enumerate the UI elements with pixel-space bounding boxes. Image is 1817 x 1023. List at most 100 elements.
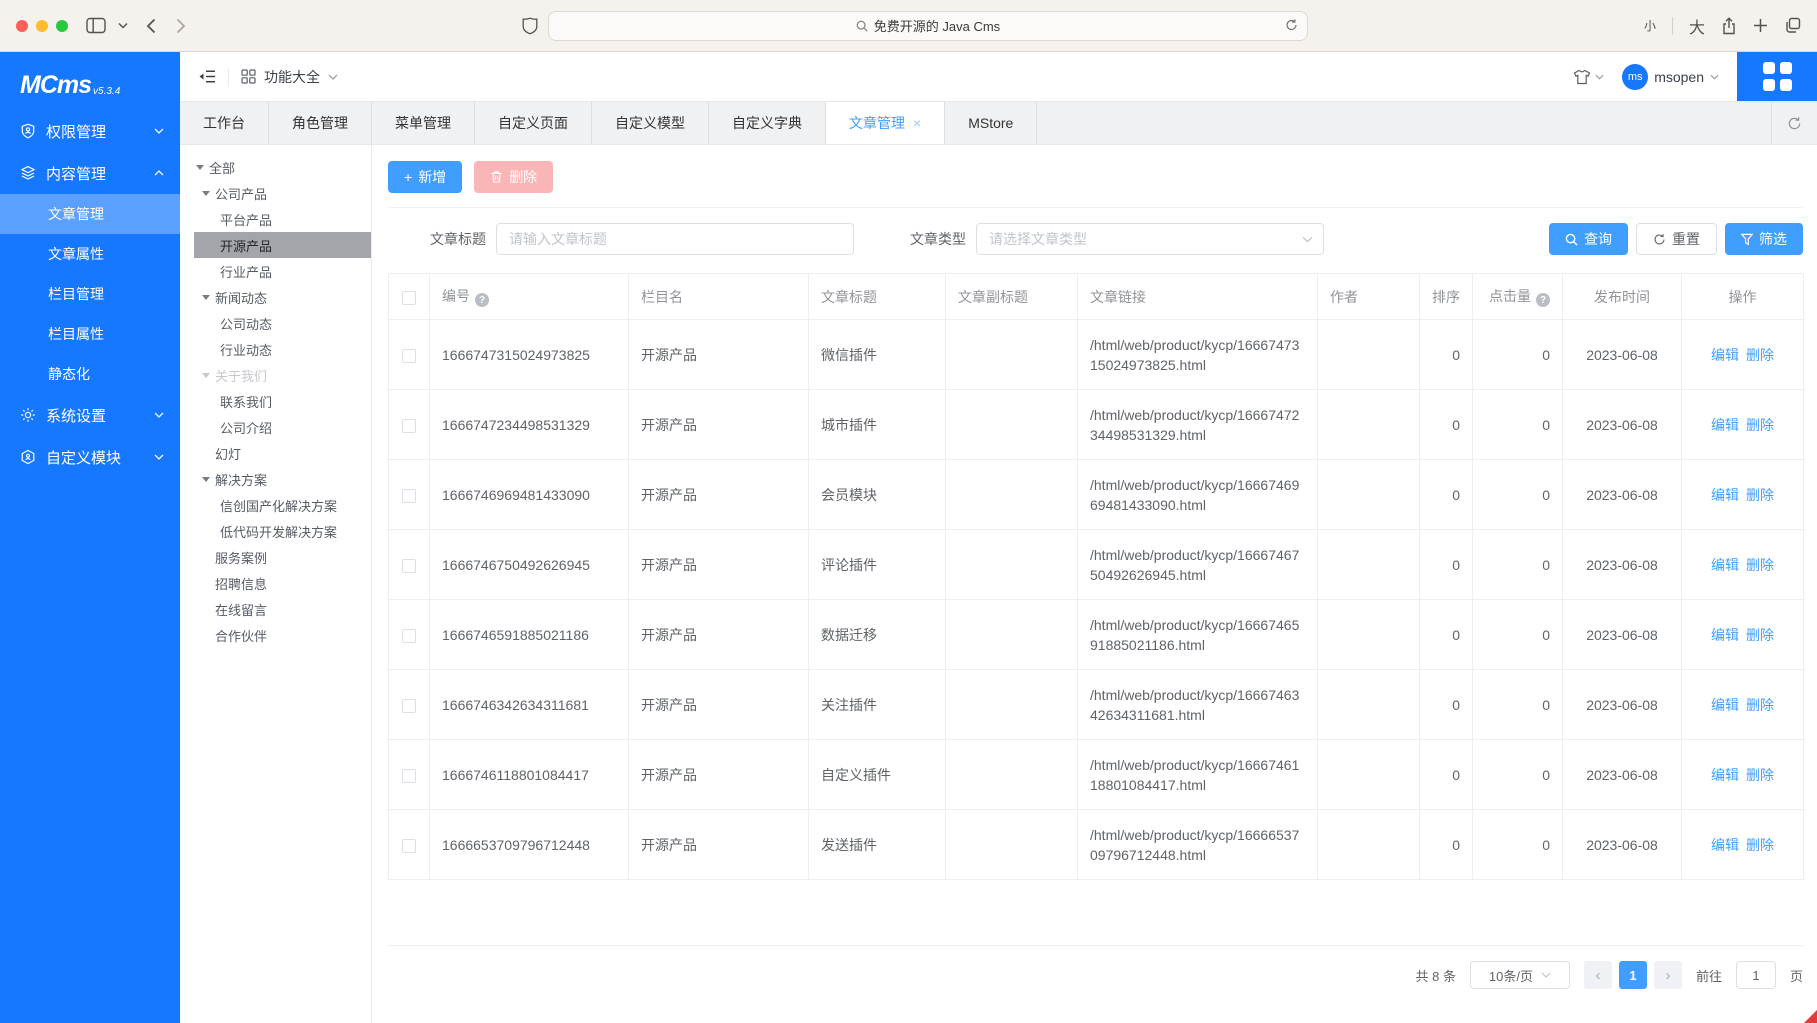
row-checkbox[interactable] — [402, 419, 416, 433]
tree-item-all[interactable]: 全部 — [194, 154, 371, 180]
tab-custom-pages[interactable]: 自定义页面 — [475, 102, 592, 144]
row-checkbox[interactable] — [402, 699, 416, 713]
tree-item-contact-us[interactable]: 联系我们 — [194, 388, 371, 414]
sidebar-item-article-attr[interactable]: 文章属性 — [0, 234, 180, 274]
edit-link[interactable]: 编辑 — [1711, 837, 1739, 853]
tab-menus[interactable]: 菜单管理 — [372, 102, 475, 144]
next-page-button[interactable]: › — [1654, 961, 1682, 989]
sidebar-item-permissions[interactable]: 权限管理 — [0, 110, 180, 152]
delete-link[interactable]: 删除 — [1746, 347, 1774, 363]
tree-item-service-cases[interactable]: 服务案例 — [194, 544, 371, 570]
minimize-window-button[interactable] — [36, 20, 48, 32]
tree-item-partners[interactable]: 合作伙伴 — [194, 622, 371, 648]
user-menu[interactable]: ms msopen — [1622, 64, 1719, 90]
share-icon[interactable] — [1721, 17, 1737, 35]
edit-link[interactable]: 编辑 — [1711, 487, 1739, 503]
edit-link[interactable]: 编辑 — [1711, 557, 1739, 573]
add-button[interactable]: + 新增 — [388, 161, 462, 193]
tree-item-open-source-products[interactable]: 开源产品 — [194, 232, 371, 258]
edit-link[interactable]: 编辑 — [1711, 347, 1739, 363]
reset-button[interactable]: 重置 — [1636, 223, 1717, 255]
zoom-window-button[interactable] — [56, 20, 68, 32]
tree-expand-icon[interactable] — [202, 477, 215, 482]
edit-link[interactable]: 编辑 — [1711, 767, 1739, 783]
select-all-checkbox[interactable] — [402, 291, 416, 305]
edit-link[interactable]: 编辑 — [1711, 697, 1739, 713]
tree-item-slides[interactable]: 幻灯 — [194, 440, 371, 466]
text-larger-button[interactable]: 大 — [1689, 14, 1705, 38]
delete-link[interactable]: 删除 — [1746, 767, 1774, 783]
title-filter-input[interactable] — [496, 223, 854, 255]
tab-custom-dict[interactable]: 自定义字典 — [709, 102, 826, 144]
tree-item-xinchuang-solution[interactable]: 信创国产化解决方案 — [194, 492, 371, 518]
delete-link[interactable]: 删除 — [1746, 837, 1774, 853]
theme-skin-button[interactable] — [1573, 69, 1604, 85]
row-checkbox[interactable] — [402, 489, 416, 503]
refresh-tab-icon[interactable] — [1771, 102, 1817, 144]
tab-roles[interactable]: 角色管理 — [269, 102, 372, 144]
filter-button[interactable]: 筛选 — [1725, 223, 1803, 255]
forward-icon[interactable] — [176, 18, 186, 34]
delete-link[interactable]: 删除 — [1746, 417, 1774, 433]
address-bar[interactable]: 免费开源的 Java Cms — [548, 11, 1308, 41]
close-tab-icon[interactable]: × — [913, 115, 921, 131]
sidebar-item-column-attr[interactable]: 栏目属性 — [0, 314, 180, 354]
type-filter-select[interactable]: 请选择文章类型 — [976, 223, 1324, 255]
tree-item-news[interactable]: 新闻动态 — [194, 284, 371, 310]
privacy-shield-icon[interactable] — [522, 17, 538, 35]
edit-link[interactable]: 编辑 — [1711, 627, 1739, 643]
tab-workbench[interactable]: 工作台 — [180, 102, 269, 144]
new-tab-icon[interactable] — [1753, 18, 1768, 33]
close-window-button[interactable] — [16, 20, 28, 32]
tree-expand-icon[interactable] — [202, 191, 215, 196]
sidebar-item-content[interactable]: 内容管理 — [0, 152, 180, 194]
prev-page-button[interactable]: ‹ — [1584, 961, 1612, 989]
text-smaller-button[interactable]: 小 — [1644, 17, 1656, 34]
sidebar-item-custom-module[interactable]: 自定义模块 — [0, 436, 180, 478]
tree-expand-icon[interactable] — [196, 165, 209, 170]
tree-item-industry-products[interactable]: 行业产品 — [194, 258, 371, 284]
row-checkbox[interactable] — [402, 559, 416, 573]
tree-item-about-us[interactable]: 关于我们 — [194, 362, 371, 388]
search-button[interactable]: 查询 — [1549, 223, 1628, 255]
apps-grid-button[interactable] — [1737, 52, 1817, 101]
delete-link[interactable]: 删除 — [1746, 627, 1774, 643]
current-page-button[interactable]: 1 — [1619, 961, 1647, 989]
tree-item-lowcode-solution[interactable]: 低代码开发解决方案 — [194, 518, 371, 544]
tree-item-company-products[interactable]: 公司产品 — [194, 180, 371, 206]
edit-link[interactable]: 编辑 — [1711, 417, 1739, 433]
delete-link[interactable]: 删除 — [1746, 487, 1774, 503]
delete-link[interactable]: 删除 — [1746, 697, 1774, 713]
delete-button[interactable]: 删除 — [474, 161, 553, 193]
sidebar-item-system[interactable]: 系统设置 — [0, 394, 180, 436]
delete-link[interactable]: 删除 — [1746, 557, 1774, 573]
tree-item-messages[interactable]: 在线留言 — [194, 596, 371, 622]
chevron-down-icon[interactable] — [118, 22, 128, 29]
tree-item-solutions[interactable]: 解决方案 — [194, 466, 371, 492]
sidebar-item-static[interactable]: 静态化 — [0, 354, 180, 394]
row-checkbox[interactable] — [402, 629, 416, 643]
row-checkbox[interactable] — [402, 769, 416, 783]
browser-sidebar-toggle-icon[interactable] — [86, 17, 106, 34]
sidebar-item-article-manage[interactable]: 文章管理 — [0, 194, 180, 234]
sidebar-item-column-manage[interactable]: 栏目管理 — [0, 274, 180, 314]
page-size-select[interactable]: 10条/页 — [1470, 961, 1570, 989]
tab-custom-models[interactable]: 自定义模型 — [592, 102, 709, 144]
tree-item-company-news[interactable]: 公司动态 — [194, 310, 371, 336]
tree-item-platform-products[interactable]: 平台产品 — [194, 206, 371, 232]
tab-article-manage[interactable]: 文章管理 × — [826, 102, 945, 144]
tree-expand-icon[interactable] — [202, 373, 215, 378]
goto-page-input[interactable] — [1736, 961, 1776, 989]
back-icon[interactable] — [146, 18, 156, 34]
tab-mstore[interactable]: MStore — [945, 102, 1037, 144]
row-checkbox[interactable] — [402, 349, 416, 363]
row-checkbox[interactable] — [402, 839, 416, 853]
reload-icon[interactable] — [1285, 18, 1298, 32]
all-functions-menu[interactable]: 功能大全 — [241, 67, 338, 87]
tree-item-industry-news[interactable]: 行业动态 — [194, 336, 371, 362]
collapse-sidebar-icon[interactable] — [198, 69, 216, 84]
tree-item-company-intro[interactable]: 公司介绍 — [194, 414, 371, 440]
tree-expand-icon[interactable] — [202, 295, 215, 300]
tab-overview-icon[interactable] — [1784, 17, 1801, 34]
tree-item-recruitment[interactable]: 招聘信息 — [194, 570, 371, 596]
